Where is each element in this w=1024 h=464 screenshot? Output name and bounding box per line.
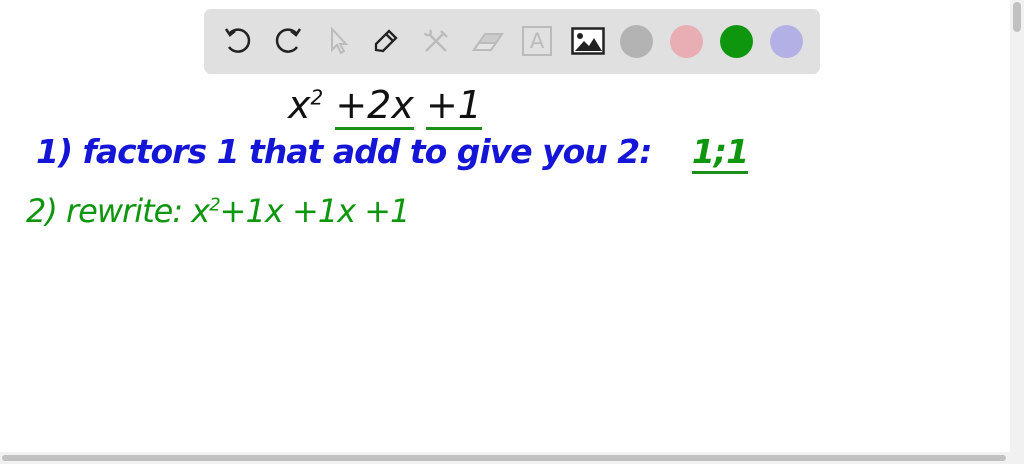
tools-button[interactable] [418,23,454,59]
expression: x2 +2x +1 [288,83,482,130]
tools-icon [423,29,448,52]
step1-label: 1) factors 1 that add to give you 2: [36,132,652,171]
step1-answer: 1;1 [691,132,749,174]
horizontal-scrollbar[interactable] [0,452,1024,464]
toolbar: A [204,9,820,74]
redo-icon [275,28,302,53]
eraser-button[interactable] [470,23,506,59]
redo-button[interactable] [270,23,306,59]
expression-base: x [288,83,311,127]
color-pink-swatch[interactable] [670,25,703,58]
step2-label: 2) rewrite: [26,192,183,230]
text-icon: A [522,26,552,56]
expression-term-2x: +2x [335,83,414,130]
undo-button[interactable] [220,23,256,59]
pen-button[interactable] [368,23,404,59]
color-green-swatch[interactable] [720,25,753,58]
step2-rest: +1x +1x +1 [219,192,411,230]
vertical-scroll-thumb[interactable] [1013,2,1021,32]
vertical-scrollbar[interactable] [1010,0,1024,452]
step2-exponent: 2 [209,194,220,216]
horizontal-scroll-thumb[interactable] [2,455,1006,461]
color-lavender-swatch[interactable] [770,25,803,58]
select-icon [331,26,349,55]
step1: 1) factors 1 that add to give you 2: 1;1 [36,132,749,174]
select-button[interactable] [320,23,356,59]
image-button[interactable] [570,23,606,59]
undo-icon [224,28,251,53]
canvas[interactable]: x2 +2x +1 1) factors 1 that add to give … [0,80,1010,452]
step2-base: x [191,192,210,230]
color-gray-swatch[interactable] [620,25,653,58]
pen-icon [374,29,398,53]
expression-exponent: 2 [310,85,324,110]
eraser-icon [472,33,504,51]
expression-term-1: +1 [425,83,482,130]
step2: 2) rewrite: x2+1x +1x +1 [26,192,411,230]
text-button[interactable]: A [519,23,555,59]
image-icon [571,27,605,55]
